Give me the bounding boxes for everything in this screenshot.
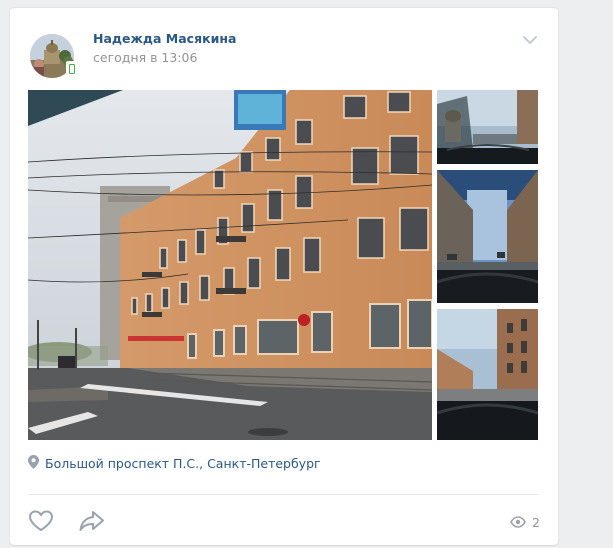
heart-icon	[28, 510, 54, 537]
chevron-down-icon[interactable]	[520, 32, 540, 48]
post-photo-thumb-3[interactable]	[437, 309, 538, 440]
mobile-online-icon	[66, 61, 76, 75]
eye-icon	[510, 513, 526, 532]
share-button[interactable]	[78, 509, 106, 533]
views-counter: 2	[510, 513, 540, 532]
post-card: Надежда Масякина сегодня в 13:06 Большой…	[10, 8, 558, 545]
post-photo-thumb-2[interactable]	[437, 170, 538, 303]
author-name[interactable]: Надежда Масякина	[93, 31, 236, 46]
share-arrow-icon	[78, 511, 106, 537]
post-location[interactable]: Большой проспект П.С., Санкт-Петербург	[28, 454, 321, 473]
location-label[interactable]: Большой проспект П.С., Санкт-Петербург	[45, 456, 321, 471]
views-count: 2	[532, 515, 540, 530]
action-divider	[28, 494, 538, 495]
post-time[interactable]: сегодня в 13:06	[93, 50, 197, 65]
post-photo-main[interactable]	[28, 90, 432, 440]
post-photo-thumb-1[interactable]	[437, 90, 538, 164]
like-button[interactable]	[28, 509, 54, 533]
map-pin-icon	[28, 454, 39, 473]
